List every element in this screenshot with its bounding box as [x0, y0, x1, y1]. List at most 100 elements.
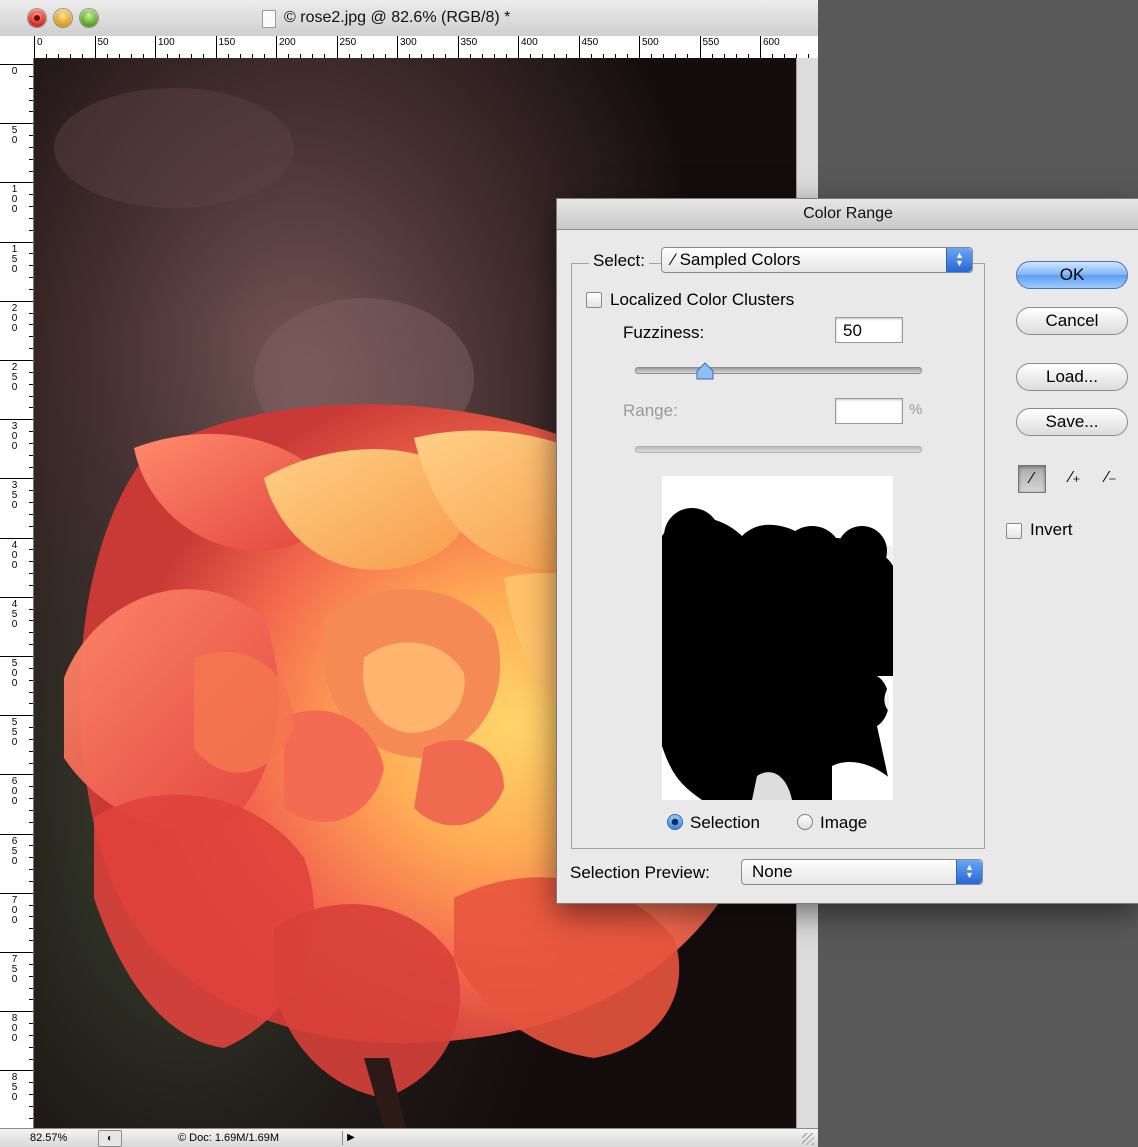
- document-titlebar[interactable]: © rose2.jpg @ 82.6% (RGB/8) *: [0, 0, 818, 37]
- minimize-window-button[interactable]: [54, 9, 72, 27]
- ruler-label: 150: [218, 37, 236, 48]
- status-info-icon[interactable]: ◐: [98, 1130, 122, 1147]
- range-slider-track[interactable]: [635, 446, 922, 453]
- ruler-major-tick: [0, 774, 33, 776]
- ruler-minor-tick: [29, 940, 33, 942]
- close-window-button[interactable]: [28, 9, 46, 27]
- document-size-info[interactable]: © Doc: 1.69M/1.69M: [178, 1132, 279, 1144]
- ruler-major-tick: [0, 182, 33, 184]
- ruler-minor-tick: [29, 158, 33, 160]
- status-menu-arrow-icon[interactable]: ▶: [342, 1131, 359, 1145]
- selection-preview-popup[interactable]: None ▲ ▼: [741, 859, 983, 885]
- select-popup-label: Sampled Colors: [679, 250, 801, 269]
- ruler-label: 7 5 0: [11, 954, 18, 985]
- ruler-major-tick: [0, 596, 33, 598]
- ruler-major-tick: [276, 36, 277, 58]
- document-proxy-icon[interactable]: [262, 10, 276, 28]
- ruler-major-tick: [639, 36, 640, 58]
- ruler-minor-tick: [29, 1094, 33, 1096]
- ruler-minor-tick: [29, 584, 33, 586]
- ruler-label: 6 0 0: [11, 776, 18, 808]
- ruler-minor-tick: [29, 632, 33, 634]
- select-color-popup[interactable]: ⁄ Sampled Colors ▲ ▼: [661, 247, 973, 273]
- ruler-minor-tick: [29, 490, 33, 492]
- ruler-minor-tick: [29, 738, 33, 740]
- ruler-minor-tick: [29, 99, 33, 101]
- selection-preview-value: None: [752, 862, 793, 881]
- image-radio[interactable]: [797, 814, 813, 830]
- ruler-minor-tick: [29, 750, 33, 752]
- ruler-major-tick: [0, 833, 33, 835]
- ruler-label: 600: [763, 37, 780, 48]
- ruler-minor-tick: [29, 442, 33, 444]
- horizontal-ruler[interactable]: 0 50 100 150 200 250 300 350 400 450 500 550 600: [34, 36, 818, 59]
- ruler-minor-tick: [29, 963, 33, 965]
- ruler-major-tick: [0, 478, 33, 480]
- document-title: © rose2.jpg @ 82.6% (RGB/8) *: [284, 9, 511, 26]
- ruler-major-tick: [0, 892, 33, 894]
- ruler-label: 250: [339, 37, 357, 48]
- select-popup-value: ⁄ Sampled Colors: [672, 250, 801, 270]
- ok-button[interactable]: OK: [1016, 261, 1128, 289]
- ruler-minor-tick: [29, 502, 33, 504]
- ruler-minor-tick: [29, 277, 33, 279]
- fuzziness-slider-track[interactable]: [635, 367, 922, 374]
- ruler-minor-tick: [29, 667, 33, 669]
- ruler-minor-tick: [29, 821, 33, 823]
- ruler-minor-tick: [29, 916, 33, 918]
- ruler-minor-tick: [29, 395, 33, 397]
- save-button[interactable]: Save...: [1016, 408, 1128, 436]
- ruler-minor-tick: [29, 1046, 33, 1048]
- eyedropper-icon: ⁄: [672, 250, 675, 269]
- ruler-major-tick: [0, 952, 33, 953]
- selection-preview-thumbnail: [662, 476, 893, 800]
- ruler-major-tick: [0, 241, 33, 243]
- ruler-minor-tick: [29, 253, 33, 255]
- selection-radio[interactable]: [667, 814, 683, 830]
- dialog-titlebar[interactable]: Color Range: [557, 199, 1138, 230]
- fuzziness-input[interactable]: 50: [835, 317, 903, 343]
- cancel-button[interactable]: Cancel: [1016, 307, 1128, 335]
- ruler-label: 350: [460, 37, 478, 48]
- ruler-minor-tick: [29, 324, 33, 326]
- ruler-major-tick: [0, 123, 33, 125]
- fuzziness-slider-thumb[interactable]: [696, 362, 714, 380]
- ruler-label: 450: [581, 37, 599, 48]
- ruler-major-tick: [518, 36, 519, 58]
- zoom-level-field[interactable]: 82.57%: [30, 1132, 67, 1144]
- ruler-minor-tick: [29, 87, 33, 89]
- subtract-from-sample-eyedropper-icon[interactable]: ⁄₋: [1097, 465, 1125, 493]
- ruler-major-tick: [94, 36, 96, 58]
- vertical-ruler[interactable]: 0 5 0 1 0 0 1 5 0 2 0 0 2 5 0 3 0 0 3 5 0 4 0 0 4…: [0, 58, 34, 1142]
- ruler-minor-tick: [29, 454, 33, 456]
- color-range-dialog: Color Range Select: ⁄ Sampled Colors ▲ ▼ …: [556, 198, 1138, 904]
- invert-checkbox[interactable]: [1006, 523, 1022, 539]
- resize-grip-icon[interactable]: [802, 1133, 814, 1145]
- ruler-label: 50: [97, 37, 109, 48]
- localized-color-clusters-checkbox[interactable]: [586, 292, 602, 308]
- ruler-minor-tick: [29, 194, 33, 196]
- zoom-window-button[interactable]: [80, 9, 98, 27]
- add-to-sample-eyedropper-icon[interactable]: ⁄₊: [1061, 465, 1089, 493]
- eyedropper-tool-icon[interactable]: ⁄: [1018, 465, 1046, 493]
- popup-arrows-icon: ▲ ▼: [946, 248, 972, 272]
- ruler-minor-tick: [29, 111, 33, 113]
- ruler-minor-tick: [29, 573, 33, 575]
- range-input[interactable]: [835, 398, 903, 424]
- ruler-minor-tick: [29, 336, 33, 338]
- dialog-title: Color Range: [803, 205, 893, 222]
- ruler-minor-tick: [29, 975, 33, 977]
- ruler-label: 1 5 0: [11, 243, 18, 275]
- ruler-major-tick: [34, 36, 35, 58]
- selection-preview-label: Selection Preview:: [570, 863, 710, 882]
- ruler-minor-tick: [29, 561, 33, 563]
- ruler-minor-tick: [29, 727, 33, 729]
- ruler-origin[interactable]: [0, 36, 35, 59]
- ruler-major-tick: [155, 36, 156, 58]
- ruler-minor-tick: [29, 407, 33, 409]
- ruler-minor-tick: [29, 170, 33, 172]
- ruler-label: 200: [279, 37, 296, 48]
- load-button[interactable]: Load...: [1016, 363, 1128, 391]
- ruler-minor-tick: [29, 1023, 33, 1025]
- ruler-label: 2 0 0: [11, 302, 18, 334]
